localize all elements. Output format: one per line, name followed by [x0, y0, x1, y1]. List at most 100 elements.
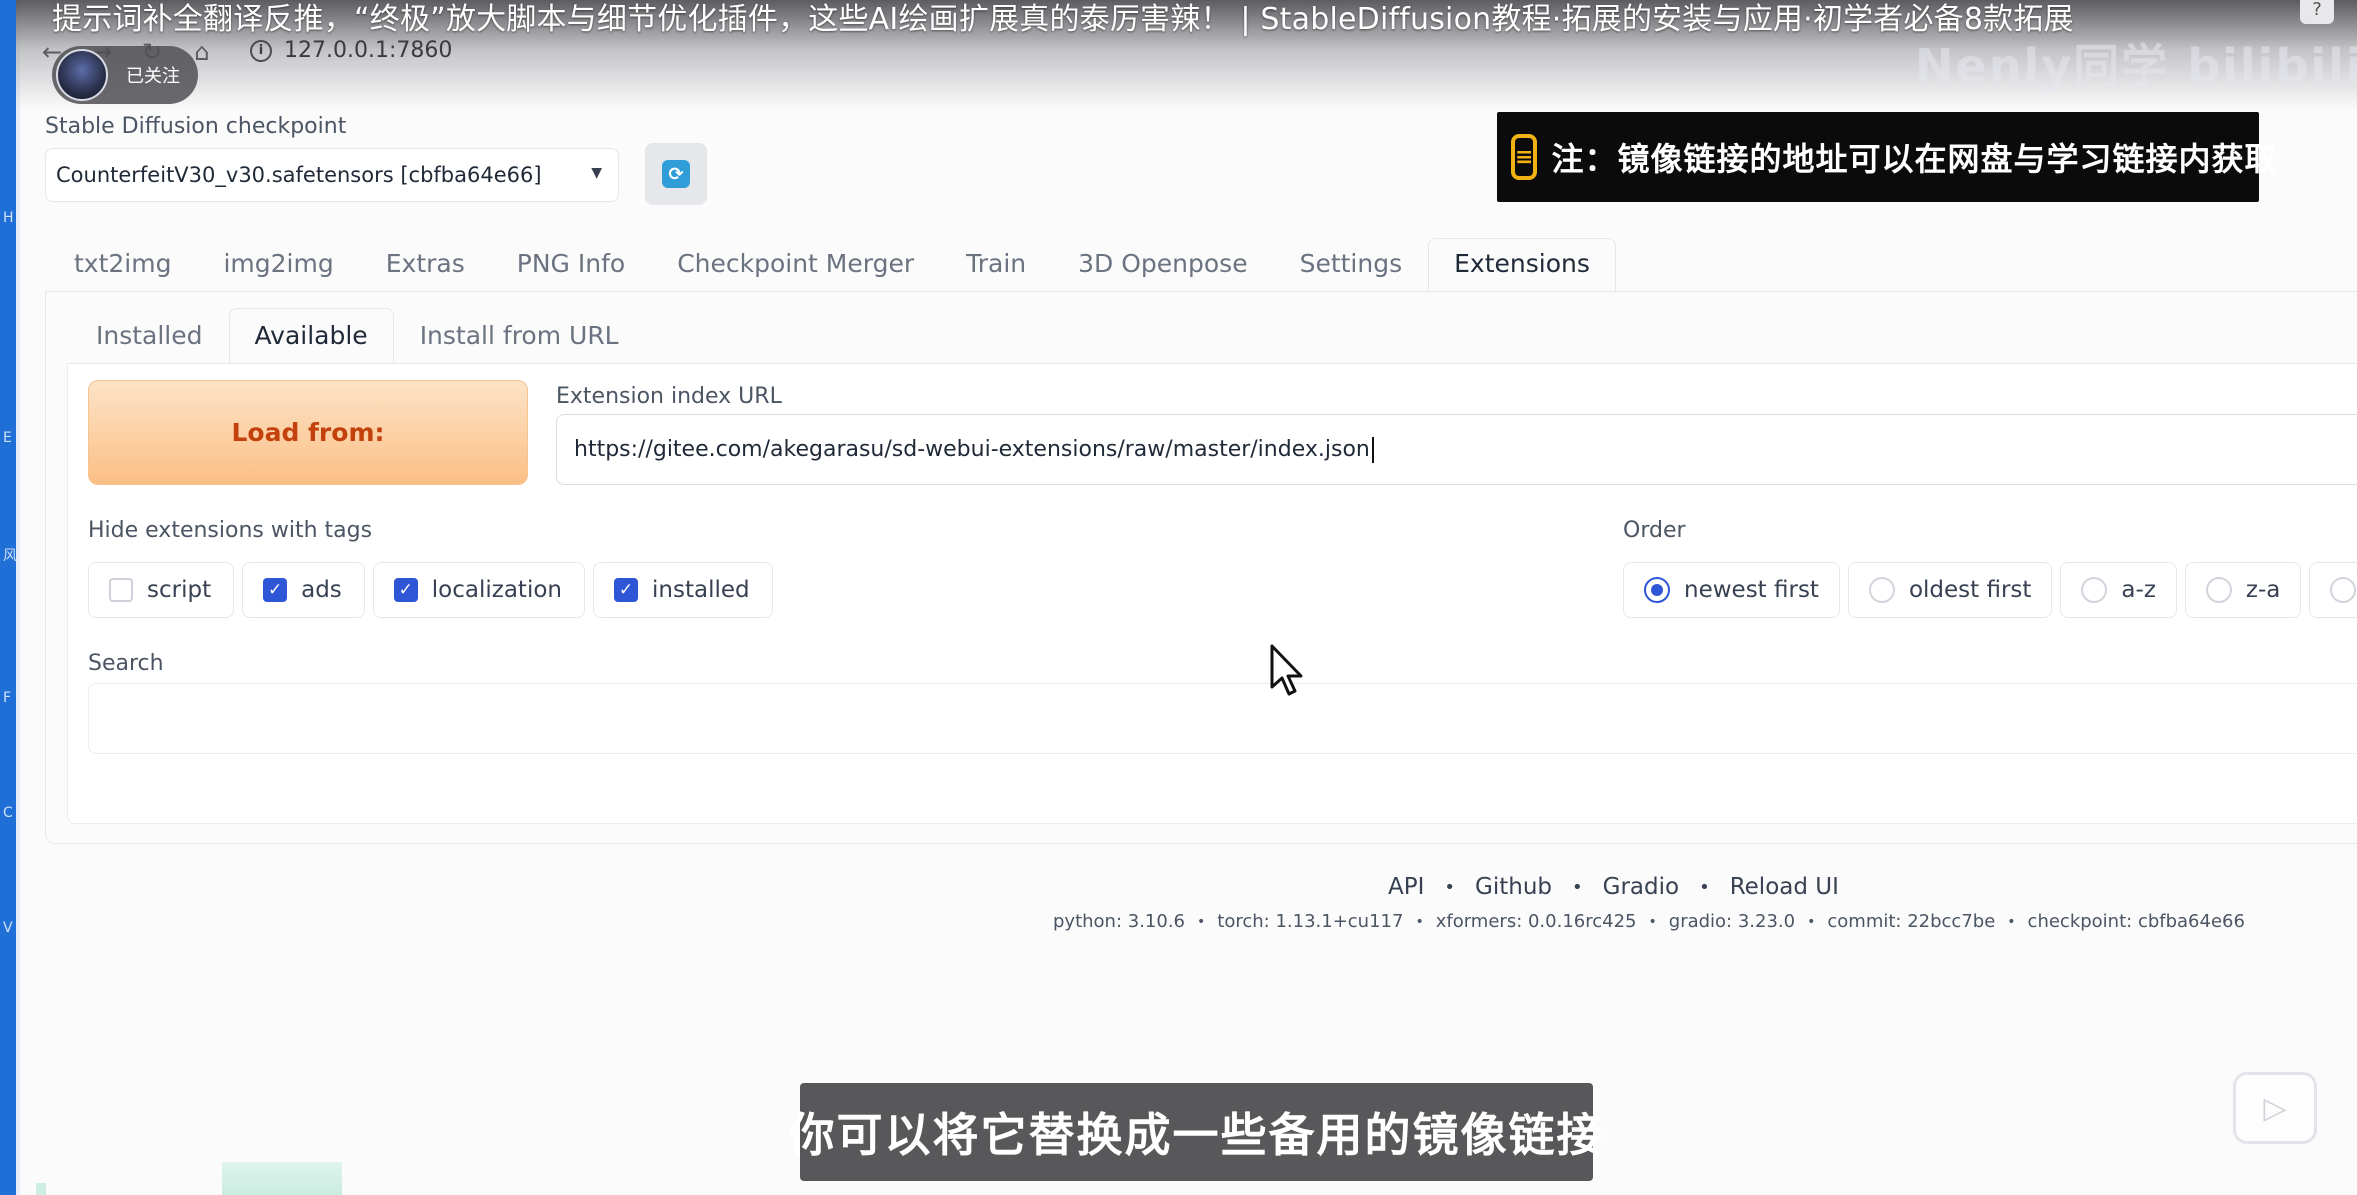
separator-dot: • [1807, 913, 1816, 930]
text-caret [1371, 436, 1374, 463]
version-torch: torch: 1.13.1+cu117 [1217, 911, 1404, 932]
hide-tags-label: Hide extensions with tags [88, 518, 373, 543]
version-commit: commit: 22bcc7be [1827, 911, 1996, 932]
follow-pill[interactable]: 已关注 [52, 46, 198, 104]
load-from-button[interactable]: Load from: [88, 380, 528, 485]
tag-label: installed [652, 577, 750, 603]
separator-dot: • [1572, 876, 1583, 898]
separator-dot: • [1197, 913, 1206, 930]
strip-glyph: 风 [3, 548, 17, 564]
separator-dot: • [1648, 913, 1657, 930]
comment-icon: ≡ [1511, 134, 1538, 180]
radio-icon[interactable] [2081, 577, 2108, 603]
caret-down-icon: ▼ [591, 165, 602, 181]
footer-links: API • Github • Gradio • Reload UI [1388, 874, 1839, 900]
tab-extensions[interactable]: Extensions [1428, 238, 1616, 292]
subtab-available[interactable]: Available [228, 308, 394, 364]
tab-3d-openpose[interactable]: 3D Openpose [1052, 238, 1273, 292]
note-text: 注：镜像链接的地址可以在网盘与学习链接内获取 [1551, 140, 2278, 178]
tab-img2img[interactable]: img2img [197, 238, 359, 292]
video-note-banner: ≡ 注：镜像链接的地址可以在网盘与学习链接内获取 [1497, 112, 2276, 202]
separator-dot: • [1699, 876, 1710, 898]
tag-script-checkbox[interactable]: script [88, 562, 235, 618]
corner-decoration [36, 1183, 46, 1195]
address-text: 127.0.0.1:7860 [284, 38, 453, 63]
separator-dot: • [2007, 913, 2016, 930]
avatar[interactable] [56, 49, 108, 101]
order-a-z[interactable]: a-z [2060, 562, 2177, 618]
extension-subtabs: Installed Available Install from URL [70, 308, 645, 364]
checkbox-unchecked[interactable] [109, 578, 133, 602]
url-value: https://gitee.com/akegarasu/sd-webui-ext… [574, 437, 1370, 462]
separator-dot: • [1444, 876, 1456, 898]
subtab-install-from-url[interactable]: Install from URL [394, 308, 645, 364]
order-newest-first[interactable]: newest first [1623, 562, 1840, 618]
order-option-label: a-z [2121, 577, 2156, 603]
help-icon[interactable]: ? [2300, 0, 2334, 24]
checkpoint-value: CounterfeitV30_v30.safetensors [cbfba64e… [56, 163, 542, 187]
footer-link-api[interactable]: API [1388, 874, 1424, 900]
order-option-label: oldest first [1908, 577, 2032, 603]
order-option-label: newest first [1684, 577, 1819, 603]
tab-txt2img[interactable]: txt2img [48, 238, 197, 292]
tab-png-info[interactable]: PNG Info [491, 238, 651, 292]
mouse-cursor-icon [1270, 644, 1303, 696]
search-input[interactable] [88, 683, 2357, 754]
tag-label: script [147, 577, 212, 603]
order-z-a[interactable]: z-a [2184, 562, 2302, 618]
strip-glyph: V [3, 920, 13, 936]
checkbox-checked-icon[interactable]: ✓ [614, 578, 638, 602]
strip-glyph: F [3, 690, 12, 706]
footer-link-reload-ui[interactable]: Reload UI [1730, 874, 1839, 900]
video-title: 提示词补全翻译反推，“终极”放大脚本与细节优化插件，这些AI绘画扩展真的泰厉害辣… [52, 2, 2074, 37]
refresh-icon: ⟳ [662, 160, 690, 188]
order-radio-group: newest first oldest first a-z z-a inte [1623, 562, 2357, 618]
tab-extras[interactable]: Extras [360, 238, 491, 292]
corner-decoration [222, 1162, 342, 1195]
tag-label: ads [301, 577, 342, 603]
radio-icon[interactable] [2205, 577, 2232, 603]
hide-tags-group: script ✓ ads ✓ localization ✓ installed [88, 562, 773, 618]
main-tabs: txt2img img2img Extras PNG Info Checkpoi… [48, 236, 1616, 292]
play-tv-icon[interactable]: ▷ [2233, 1072, 2317, 1144]
version-checkpoint: checkpoint: cbfba64e66 [2027, 911, 2245, 932]
tab-train[interactable]: Train [940, 238, 1052, 292]
info-icon[interactable]: i [250, 39, 272, 62]
left-taskbar-strip: H Е 风 F C V [0, 0, 17, 1195]
follow-label: 已关注 [126, 66, 180, 87]
address-bar[interactable]: i 127.0.0.1:7860 [250, 38, 452, 63]
left-edge [16, 0, 20, 1195]
extension-index-url-input[interactable]: https://gitee.com/akegarasu/sd-webui-ext… [556, 414, 2357, 485]
tag-ads-checkbox[interactable]: ✓ ads [242, 562, 365, 618]
footer-link-gradio[interactable]: Gradio [1603, 874, 1679, 900]
separator-dot: • [1415, 913, 1424, 930]
tag-label: localization [431, 577, 562, 603]
tag-localization-checkbox[interactable]: ✓ localization [372, 562, 585, 618]
extension-index-url-label: Extension index URL [556, 384, 782, 409]
footer-versions: python: 3.10.6 • torch: 1.13.1+cu117 • x… [1053, 911, 2245, 932]
radio-selected-icon[interactable] [1644, 577, 1670, 603]
version-python: python: 3.10.6 [1053, 911, 1186, 932]
version-gradio: gradio: 3.23.0 [1668, 911, 1796, 932]
checkbox-checked-icon[interactable]: ✓ [263, 578, 288, 602]
order-oldest-first[interactable]: oldest first [1847, 562, 2053, 618]
order-internal[interactable]: inte [2309, 562, 2357, 618]
footer-link-github[interactable]: Github [1475, 874, 1552, 900]
radio-icon[interactable] [2330, 577, 2357, 603]
tab-checkpoint-merger[interactable]: Checkpoint Merger [651, 238, 940, 292]
checkpoint-label: Stable Diffusion checkpoint [45, 114, 347, 139]
strip-glyph: C [3, 805, 13, 821]
radio-icon[interactable] [1868, 577, 1895, 603]
tag-installed-checkbox[interactable]: ✓ installed [593, 562, 773, 618]
checkpoint-dropdown[interactable]: CounterfeitV30_v30.safetensors [cbfba64e… [45, 148, 619, 202]
order-label: Order [1623, 518, 1686, 543]
search-label: Search [88, 651, 164, 676]
watermark: Nenly同学 bilibili [1915, 39, 2357, 93]
tab-settings[interactable]: Settings [1274, 238, 1429, 292]
video-subtitle: 你可以将它替换成一些备用的镜像链接 [789, 1083, 1603, 1181]
version-xformers: xformers: 0.0.16rc425 [1435, 911, 1637, 932]
subtab-installed[interactable]: Installed [70, 308, 229, 364]
order-option-label: z-a [2245, 577, 2281, 603]
refresh-checkpoint-button[interactable]: ⟳ [645, 143, 707, 205]
checkbox-checked-icon[interactable]: ✓ [393, 578, 418, 602]
